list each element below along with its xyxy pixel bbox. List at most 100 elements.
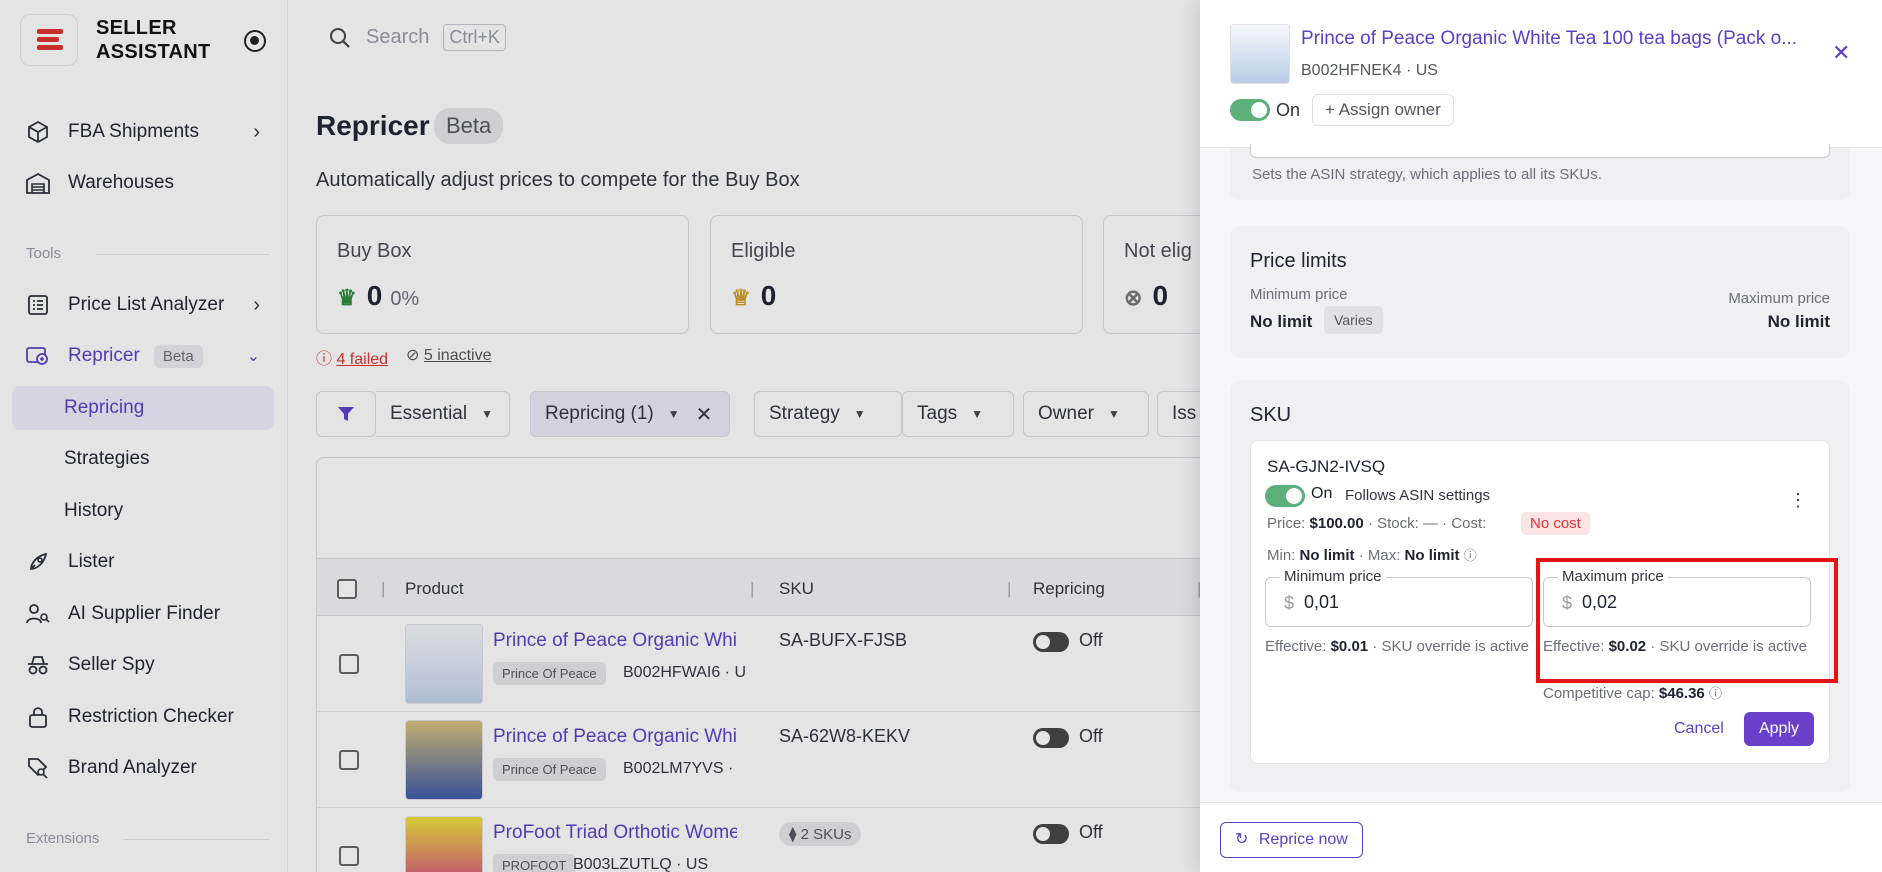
caret-down-icon: ▼ (971, 407, 984, 421)
drawer-product-thumbnail (1230, 24, 1290, 84)
strategy-note: Sets the ASIN strategy, which applies to… (1252, 166, 1602, 183)
product-asin: B003LZUTLQ · US (573, 856, 709, 872)
max-effective-value: $0.02 (1608, 638, 1647, 655)
sku-repricing-toggle[interactable] (1265, 485, 1305, 507)
cap-label: Competitive cap: (1543, 685, 1655, 702)
table-row[interactable]: Prince of Peace Organic White Tea Prince… (317, 712, 1217, 808)
sidebar-item-lister[interactable]: Lister (12, 540, 274, 584)
column-product[interactable]: Product (405, 579, 464, 599)
drawer-product-title[interactable]: Prince of Peace Organic White Tea 100 te… (1301, 28, 1821, 50)
sidebar-item-strategies[interactable]: Strategies (12, 437, 274, 481)
filter-button[interactable] (316, 391, 376, 437)
override-note: · SKU override is active (1372, 638, 1530, 655)
filter-owner[interactable]: Owner ▼ (1023, 391, 1149, 437)
strategy-select[interactable] (1250, 144, 1830, 158)
column-repricing[interactable]: Repricing (1033, 579, 1105, 599)
info-icon[interactable]: ⓘ (1709, 686, 1722, 701)
price-label: Price: (1267, 515, 1306, 532)
more-vertical-icon[interactable]: ⋮ (1789, 491, 1807, 509)
select-all-checkbox[interactable] (337, 579, 357, 599)
filter-preset-label: Essential (390, 403, 468, 424)
filter-tags[interactable]: Tags ▼ (902, 391, 1014, 437)
strategy-card: Sets the ASIN strategy, which applies to… (1230, 144, 1850, 200)
product-name-link[interactable]: ProFoot Triad Orthotic Women (493, 822, 737, 844)
min-price-input[interactable]: 0,01 (1304, 592, 1339, 613)
failed-link[interactable]: ⓘ 4 failed (316, 345, 388, 369)
assign-owner-button[interactable]: + Assign owner (1312, 94, 1454, 126)
filter-preset-select[interactable]: Essential ▼ (376, 391, 510, 437)
max-price-field-label: Maximum price (1558, 568, 1668, 585)
search-shortcut: Ctrl+K (443, 24, 506, 51)
filter-label: Strategy (769, 403, 840, 424)
products-table: | Product | SKU | Repricing | Is Prince … (316, 457, 1217, 872)
sku-heading: SKU (1250, 404, 1292, 426)
sidebar-item-brand-analyzer[interactable]: Brand Analyzer (12, 746, 274, 790)
column-divider: | (750, 579, 755, 598)
sidebar-item-label: Seller Spy (68, 654, 155, 675)
sidebar-item-seller-spy[interactable]: Seller Spy (12, 643, 274, 687)
max-price-field[interactable]: Maximum price $ 0,02 (1543, 568, 1811, 627)
sidebar-item-price-list-analyzer[interactable]: Price List Analyzer › (12, 283, 274, 327)
max-price-label: Maximum price (1728, 290, 1830, 307)
chevron-right-icon: › (253, 293, 260, 316)
stat-value-row: ⊗ 0 (1124, 280, 1168, 312)
sidebar-item-label: Warehouses (68, 172, 174, 193)
clear-filter-icon[interactable]: ✕ (696, 402, 713, 427)
min-price-field[interactable]: Minimum price $ 0,01 (1265, 568, 1533, 627)
repricing-toggle[interactable] (1033, 728, 1069, 748)
repricing-toggle[interactable] (1033, 824, 1069, 844)
repricing-toggle[interactable] (1033, 632, 1069, 652)
sidebar-item-warehouses[interactable]: Warehouses (12, 161, 274, 205)
close-icon[interactable]: ✕ (1832, 40, 1850, 66)
currency-symbol: $ (1284, 593, 1295, 613)
sidebar-item-restriction-checker[interactable]: Restriction Checker (12, 695, 274, 739)
sidebar-item-fba-shipments[interactable]: FBA Shipments › (12, 110, 274, 154)
sidebar-item-label: Restriction Checker (68, 706, 234, 727)
product-drawer: Prince of Peace Organic White Tea 100 te… (1200, 0, 1882, 872)
status-radio-icon[interactable] (244, 30, 266, 52)
min-effective-value: $0.01 (1330, 638, 1369, 655)
stat-percent: 0% (390, 288, 420, 310)
global-search[interactable]: Search Ctrl+K (328, 24, 506, 51)
column-sku[interactable]: SKU (779, 579, 814, 599)
table-row[interactable]: ProFoot Triad Orthotic Women PROFOOT B00… (317, 808, 1217, 872)
sidebar-item-repricing[interactable]: Repricing (12, 386, 274, 430)
filter-repricing[interactable]: Repricing (1) ▼ ✕ (530, 391, 730, 437)
reprice-now-button[interactable]: ↻ Reprice now (1220, 822, 1363, 858)
brand-chip: Prince Of Peace (493, 758, 606, 781)
inactive-link[interactable]: ⊘ 5 inactive (406, 345, 491, 369)
stat-card-buy-box[interactable]: Buy Box ♛ 0 0% (316, 215, 689, 334)
asin-repricing-toggle[interactable] (1230, 99, 1270, 121)
inactive-link-label: 5 inactive (423, 347, 492, 364)
row-checkbox[interactable] (339, 654, 359, 674)
filter-strategy[interactable]: Strategy ▼ (754, 391, 902, 437)
apply-button[interactable]: Apply (1744, 712, 1814, 746)
cancel-button[interactable]: Cancel (1674, 720, 1724, 738)
repricing-status: Off (1079, 630, 1103, 650)
info-icon[interactable]: ⓘ (1464, 548, 1477, 563)
sidebar-item-repricer[interactable]: Repricer Beta ⌄ (12, 334, 274, 378)
crown-icon: ♛ (337, 285, 357, 310)
seller-assistant-logo[interactable] (20, 14, 78, 66)
beta-badge: Beta (153, 344, 203, 368)
stat-card-eligible[interactable]: Eligible ♕ 0 (710, 215, 1083, 334)
row-checkbox[interactable] (339, 750, 359, 770)
currency-symbol: $ (1562, 593, 1573, 613)
product-name-link[interactable]: Prince of Peace Organic White Tea (493, 726, 737, 748)
sidebar-item-label: Strategies (64, 448, 150, 469)
price-limits-heading: Price limits (1250, 250, 1347, 272)
sidebar-item-label: Repricer (68, 345, 140, 366)
product-thumbnail (405, 624, 483, 704)
table-header: | Product | SKU | Repricing | Is (317, 558, 1217, 616)
product-name-link[interactable]: Prince of Peace Organic White Tea (493, 630, 737, 652)
sidebar-item-history[interactable]: History (12, 489, 274, 533)
sidebar-item-ai-supplier-finder[interactable]: AI Supplier Finder (12, 592, 274, 636)
min-price-label: Minimum price (1250, 286, 1348, 303)
caret-down-icon: ▼ (481, 407, 493, 421)
row-checkbox[interactable] (339, 846, 359, 866)
max-price-input[interactable]: 0,02 (1582, 592, 1617, 613)
sidebar-item-label: FBA Shipments (68, 121, 199, 142)
min-value: No limit (1299, 547, 1355, 564)
table-row[interactable]: Prince of Peace Organic White Tea Prince… (317, 616, 1217, 712)
filter-label: Owner (1038, 403, 1094, 424)
